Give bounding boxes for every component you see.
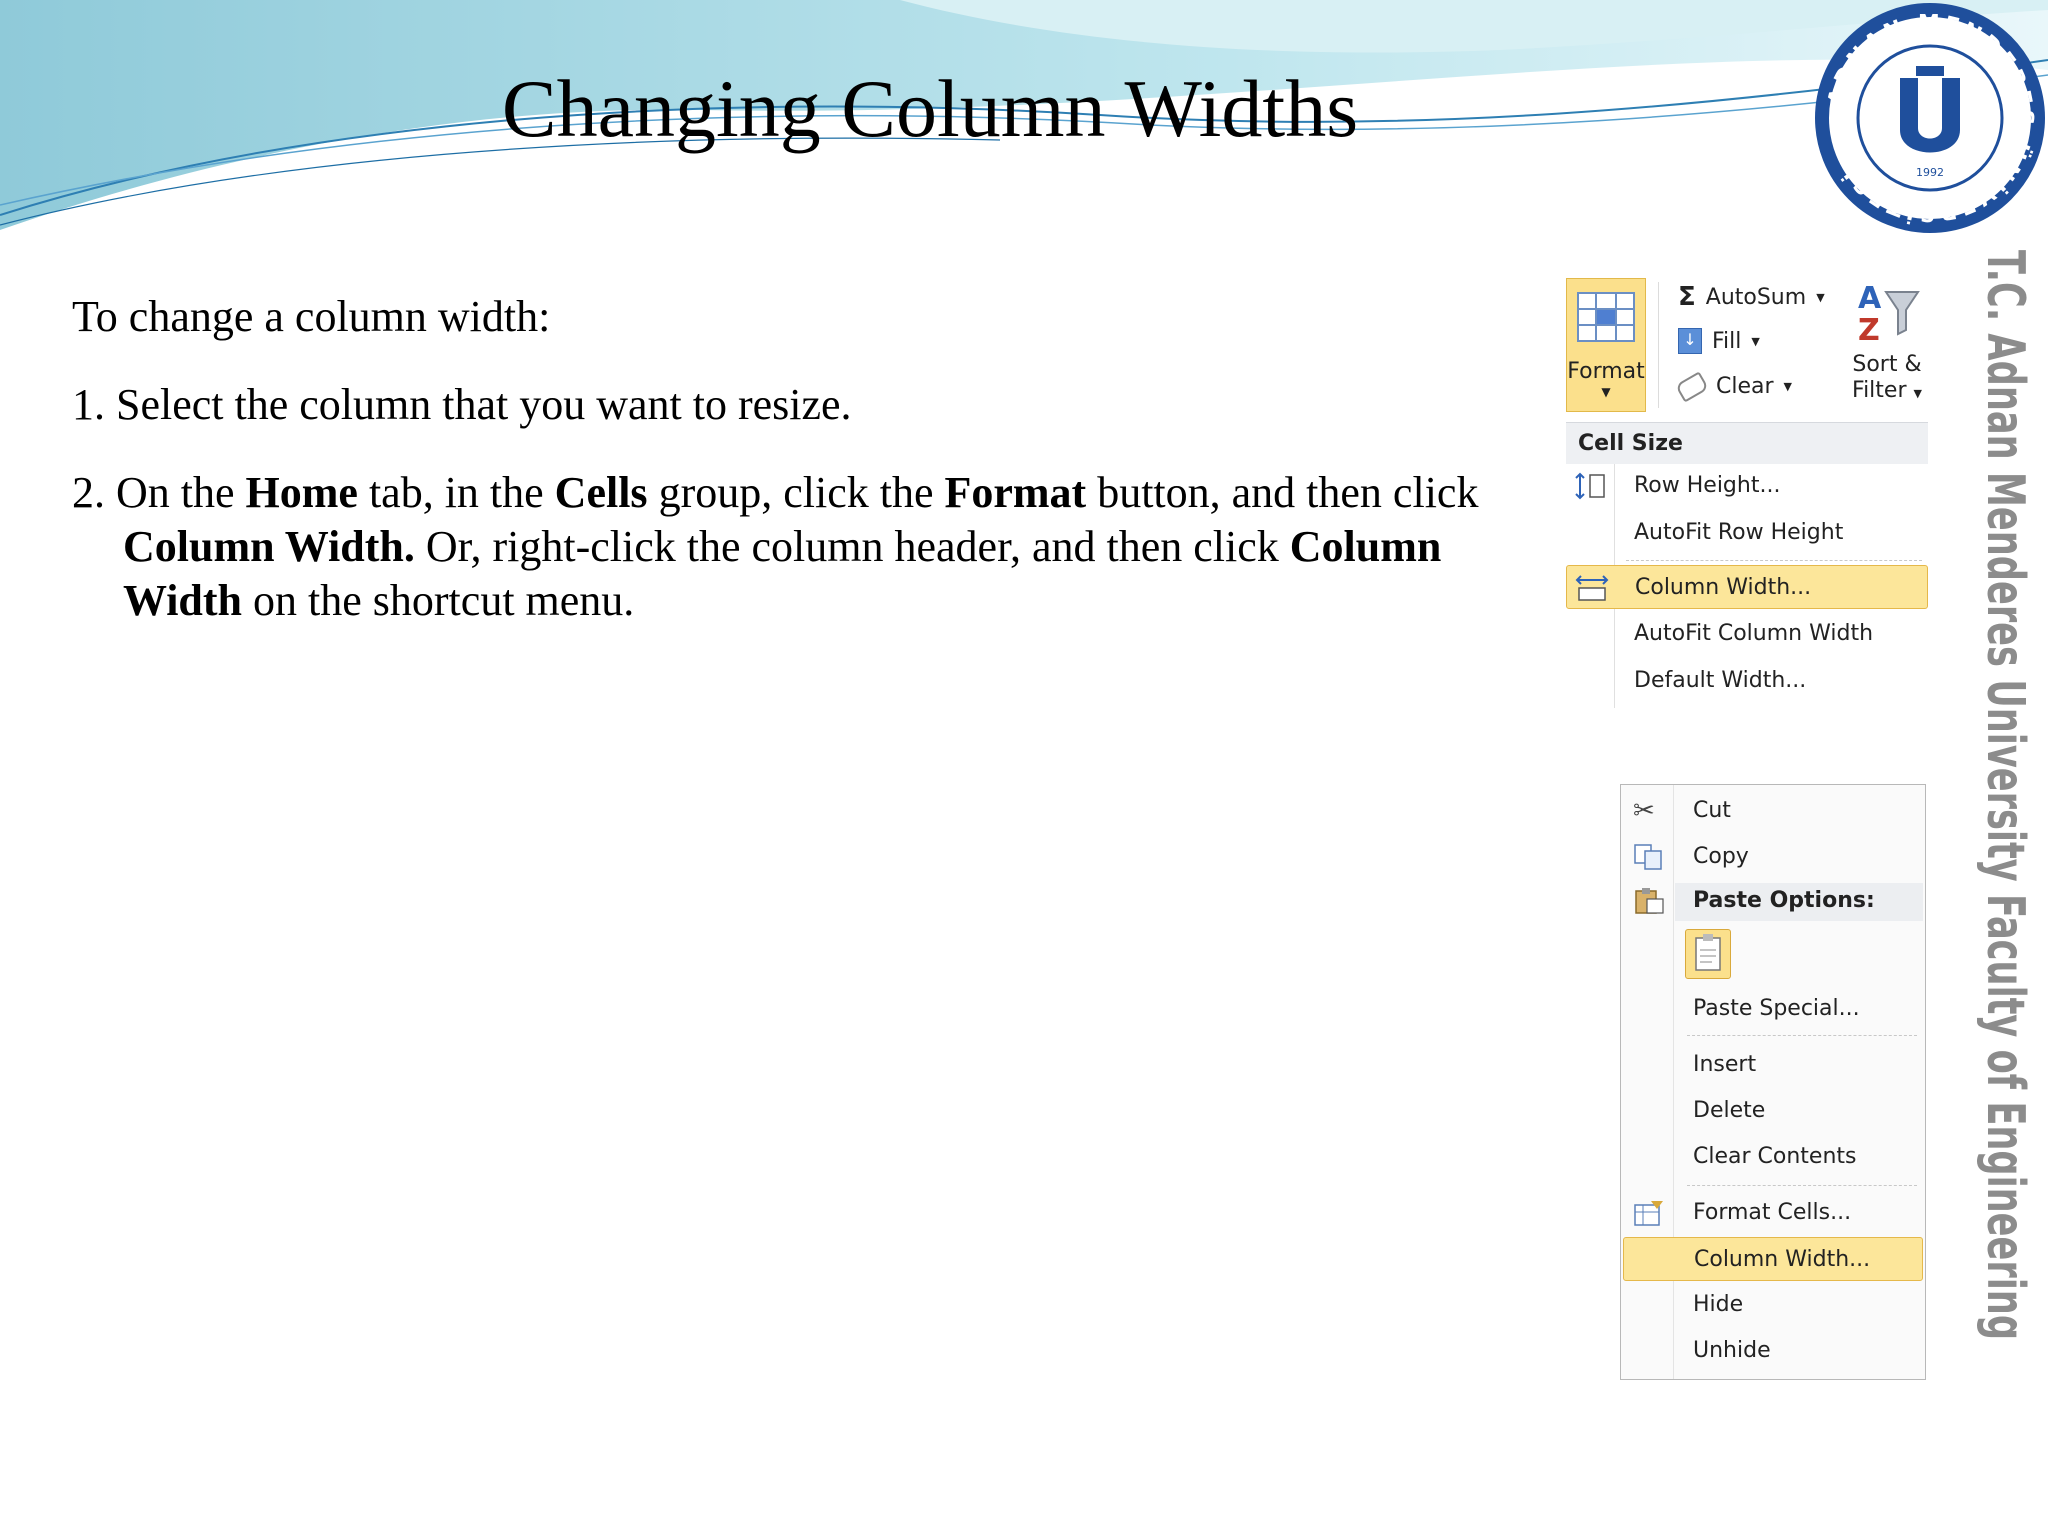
ctx-item-cut[interactable]: ✂ Cut <box>1623 789 1923 833</box>
ctx-item-format-cells[interactable]: Format Cells... <box>1623 1191 1923 1235</box>
cell-size-header: Cell Size <box>1566 422 1928 464</box>
format-cells-icon <box>1577 292 1635 342</box>
ctx-item-copy[interactable]: Copy <box>1623 835 1923 879</box>
column-width-icon <box>1575 574 1609 602</box>
instructions: To change a column width: 1. Select the … <box>72 290 1532 662</box>
chevron-down-icon: ▼ <box>1816 290 1825 304</box>
ctx-item-unhide[interactable]: Unhide <box>1623 1329 1923 1373</box>
eraser-icon <box>1674 370 1710 403</box>
ctx-item-clear-contents[interactable]: Clear Contents <box>1623 1135 1923 1179</box>
context-menu-screenshot: ✂ Cut Copy Paste Options: Paste Special.… <box>1620 784 1926 1380</box>
format-dropdown-screenshot: Format ▼ Σ AutoSum ▼ ↓ Fill ▼ Clear ▼ A … <box>1566 278 1928 708</box>
fill-button[interactable]: ↓ Fill ▼ <box>1678 328 1760 354</box>
slide-title: Changing Column Widths <box>501 63 1359 154</box>
menu-item-autofit-column-width[interactable]: AutoFit Column Width <box>1566 612 1928 656</box>
paste-option-button[interactable] <box>1685 929 1731 979</box>
row-height-icon <box>1574 472 1608 500</box>
menu-item-column-width[interactable]: Column Width... <box>1566 565 1928 609</box>
svg-text:A: A <box>1858 281 1882 316</box>
svg-text:1992: 1992 <box>1916 166 1944 179</box>
chevron-down-icon: ▼ <box>1751 334 1760 348</box>
ctx-item-column-width[interactable]: Column Width... <box>1623 1237 1923 1281</box>
ctx-item-insert[interactable]: Insert <box>1623 1043 1923 1087</box>
chevron-down-icon: ▼ <box>1783 380 1793 393</box>
step-1: 1. Select the column that you want to re… <box>72 380 852 429</box>
faculty-side-text: T.C. Adnan Menderes University Faculty o… <box>1975 250 2035 1340</box>
menu-item-default-width[interactable]: Default Width... <box>1566 659 1928 703</box>
format-label: Format <box>1567 359 1645 384</box>
format-cells-icon <box>1633 1199 1665 1227</box>
step-2: 2. On the Home tab, in the Cells group, … <box>72 468 1479 625</box>
chevron-down-icon: ▼ <box>1601 385 1611 399</box>
ctx-item-delete[interactable]: Delete <box>1623 1089 1923 1133</box>
ctx-item-hide[interactable]: Hide <box>1623 1283 1923 1327</box>
chevron-down-icon: ▼ <box>1913 387 1922 400</box>
format-button[interactable]: Format ▼ <box>1566 278 1646 412</box>
copy-icon <box>1633 843 1665 871</box>
svg-text:T.C. Adnan Menderes Universi: T.C. Adnan Menderes University Faculty o… <box>1975 250 2035 1340</box>
autosum-button[interactable]: Σ AutoSum ▼ <box>1678 282 1825 312</box>
university-logo: 1992 ADNAN MENDERES ÜNİVERSİTESİ <box>1815 3 2045 233</box>
intro-text: To change a column width: <box>72 292 551 341</box>
sort-filter-icon: A Z <box>1858 281 1920 348</box>
clear-button[interactable]: Clear ▼ <box>1674 370 1793 403</box>
ctx-item-paste-special[interactable]: Paste Special... <box>1623 987 1923 1031</box>
paste-icon <box>1633 887 1665 915</box>
sort-filter-button[interactable]: A Z Sort & Filter ▼ <box>1846 280 1928 407</box>
sigma-icon: Σ <box>1678 282 1696 312</box>
fill-down-icon: ↓ <box>1678 328 1702 354</box>
menu-item-autofit-row-height[interactable]: AutoFit Row Height <box>1566 511 1928 555</box>
ctx-paste-options-header: Paste Options: <box>1623 879 1923 923</box>
menu-item-row-height[interactable]: Row Height... <box>1566 464 1928 508</box>
svg-text:Z: Z <box>1858 313 1880 346</box>
clipboard-icon <box>1695 934 1721 971</box>
scissors-icon: ✂ <box>1633 796 1655 826</box>
